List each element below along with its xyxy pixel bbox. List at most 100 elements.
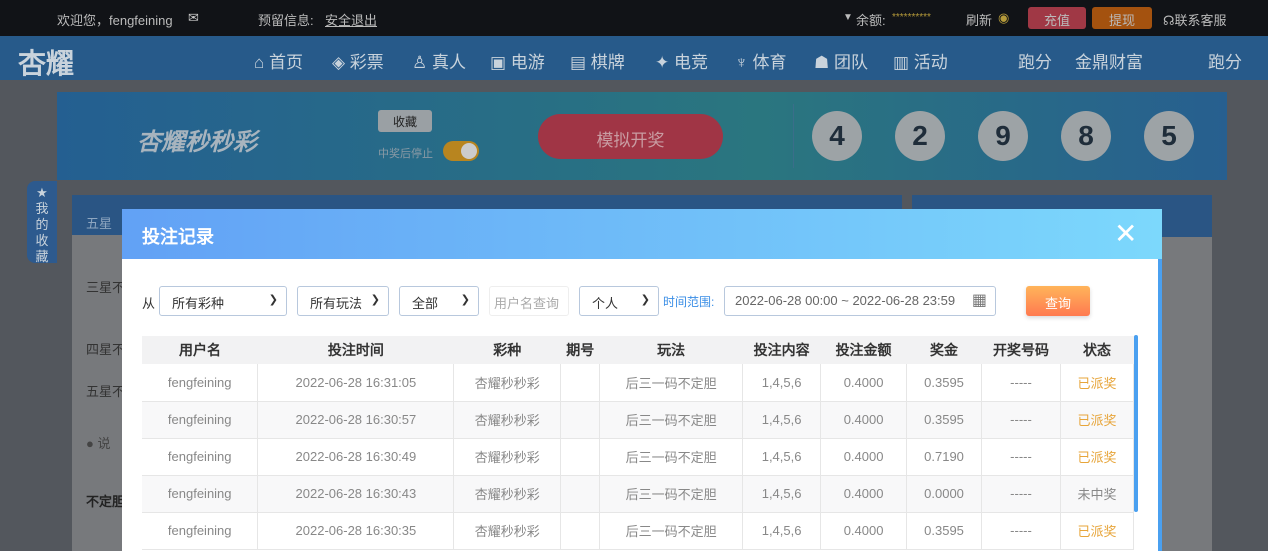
star-icon: ★ [36, 185, 48, 200]
table-cell: 2022-06-28 16:30:35 [257, 512, 455, 550]
table-row[interactable]: fengfeining 2022-06-28 16:30:49 杏耀秒秒彩 后三一码不… [142, 438, 1135, 476]
eye-icon[interactable]: ◉ [998, 10, 1009, 26]
tab-five-star[interactable]: 五星 [86, 213, 112, 232]
nav-home[interactable]: ⌂ 首页 [254, 48, 303, 73]
nav-paofen[interactable]: 跑分 [1018, 48, 1052, 73]
table-cell: 杏耀秒秒彩 [453, 475, 562, 513]
headset-icon: ☊ [1163, 13, 1175, 28]
play-row[interactable]: 五星不 [86, 381, 125, 400]
table-cell: fengfeining [142, 438, 259, 476]
table-row[interactable]: fengfeining 2022-06-28 16:30:35 杏耀秒秒彩 后三一码不… [142, 512, 1135, 550]
nav-sports[interactable]: ♆ 体育 [735, 48, 786, 73]
welcome-text: 欢迎您，fengfeining [57, 13, 173, 28]
column-header: 状态 [1060, 336, 1134, 364]
table-cell: 杏耀秒秒彩 [453, 364, 562, 402]
table-cell: 未中奖 [1060, 475, 1135, 513]
table-cell: 已派奖 [1060, 438, 1135, 476]
table-cell: 0.7190 [906, 438, 983, 476]
table-cell: ----- [981, 512, 1061, 550]
table-cell: fengfeining [142, 401, 259, 439]
nav-slots[interactable]: ▣ 电游 [490, 48, 545, 73]
nav-esports[interactable]: ✦ 电竞 [655, 48, 708, 73]
table-scrollbar[interactable] [1134, 335, 1138, 512]
favorite-button[interactable]: 收藏 [378, 110, 432, 132]
modal-title: 投注记录 [142, 227, 214, 247]
play-row[interactable]: 三星不 [86, 277, 125, 296]
reserved-info: 预留信息: [258, 13, 314, 28]
nav-activity[interactable]: ▥ 活动 [893, 48, 948, 73]
game-banner: 杏耀秒秒彩 收藏 中奖后停止 模拟开奖 4 2 9 8 5 [57, 92, 1227, 180]
table-cell: 1,4,5,6 [742, 438, 822, 476]
game-title: 杏耀秒秒彩 [137, 129, 257, 156]
nav-live[interactable]: ♙ 真人 [412, 48, 466, 73]
stop-after-win-toggle[interactable] [443, 141, 479, 161]
table-cell: fengfeining [142, 475, 259, 513]
table-cell: 0.0000 [906, 475, 983, 513]
simulate-draw-button[interactable]: 模拟开奖 [538, 114, 723, 159]
query-button[interactable]: 查询 [1026, 286, 1090, 316]
modal-header: 投注记录 ✕ [122, 209, 1162, 259]
result-ball: 5 [1144, 111, 1194, 161]
table-cell: 已派奖 [1060, 512, 1135, 550]
time-range-input[interactable]: 2022-06-28 00:00 ~ 2022-06-28 23:59 ▦ [724, 286, 996, 316]
table-cell: 杏耀秒秒彩 [453, 401, 562, 439]
table-cell [560, 475, 601, 513]
nav-paofen-2[interactable]: 跑分 [1208, 48, 1242, 73]
table-row[interactable]: fengfeining 2022-06-28 16:30:43 杏耀秒秒彩 后三一码不… [142, 475, 1135, 513]
nav-team[interactable]: ☗ 团队 [814, 48, 868, 73]
column-header: 用户名 [142, 336, 258, 364]
play-select[interactable]: 所有玩法 ❯ [297, 286, 389, 316]
deposit-button[interactable]: 充值 [1028, 7, 1086, 29]
withdraw-button[interactable]: 提现 [1092, 7, 1152, 29]
username-input[interactable]: 用户名查询 [489, 286, 569, 316]
table-cell: ----- [981, 364, 1061, 402]
table-cell [560, 512, 601, 550]
nav-chess[interactable]: ▤ 棋牌 [570, 48, 625, 73]
column-header: 投注金额 [820, 336, 907, 364]
favorites-tab[interactable]: ★ 我的收藏 [27, 181, 57, 264]
table-cell: ----- [981, 475, 1061, 513]
table-cell: 2022-06-28 16:30:57 [257, 401, 455, 439]
time-range-label: 时间范围: [663, 295, 715, 309]
play-row[interactable]: 四星不 [86, 339, 125, 358]
table-cell: 1,4,5,6 [742, 512, 822, 550]
nav-lottery[interactable]: ◈ 彩票 [332, 48, 384, 73]
modal-scrollbar[interactable] [1158, 259, 1162, 551]
result-ball: 2 [895, 111, 945, 161]
table-cell: 杏耀秒秒彩 [453, 512, 562, 550]
stop-after-win-label: 中奖后停止 [378, 148, 433, 160]
column-header: 奖金 [906, 336, 982, 364]
main-nav: 杏耀 ⌂ 首页 ◈ 彩票 ♙ 真人 ▣ 电游 ▤ 棋牌 ✦ 电竞 ♆ 体育 ☗ … [0, 36, 1268, 80]
mail-icon[interactable]: ✉ [188, 10, 199, 26]
bet-records-modal: 投注记录 ✕ 从 所有彩种 ❯ 所有玩法 ❯ 全部 ❯ 用户名查询 个人 ❯ 时间范围:… [122, 209, 1162, 551]
nav-jinding[interactable]: 金鼎财富 [1075, 48, 1143, 73]
table-cell: fengfeining [142, 364, 259, 402]
scope-select[interactable]: 全部 ❯ [399, 286, 479, 316]
lottery-select[interactable]: 所有彩种 ❯ [159, 286, 287, 316]
table-cell [560, 401, 601, 439]
support-link[interactable]: ☊联系客服 [1163, 10, 1227, 29]
column-header: 投注时间 [257, 336, 454, 364]
column-header: 彩种 [453, 336, 561, 364]
table-cell: 已派奖 [1060, 401, 1135, 439]
table-cell: 后三一码不定胆 [599, 438, 744, 476]
table-cell: 0.4000 [820, 364, 908, 402]
logout-link[interactable]: 安全退出 [325, 10, 377, 29]
table-cell: 0.4000 [820, 438, 908, 476]
table-cell [560, 364, 601, 402]
favorites-label: 我的收藏 [35, 201, 49, 264]
chevron-down-icon[interactable]: ▼ [843, 12, 853, 23]
table-row[interactable]: fengfeining 2022-06-28 16:31:05 杏耀秒秒彩 后三一码不… [142, 364, 1135, 402]
column-header: 期号 [560, 336, 600, 364]
table-cell: 后三一码不定胆 [599, 364, 744, 402]
table-row[interactable]: fengfeining 2022-06-28 16:30:57 杏耀秒秒彩 后三一码不… [142, 401, 1135, 439]
calendar-icon: ▦ [971, 292, 987, 309]
close-icon[interactable]: ✕ [1114, 217, 1137, 250]
table-cell: 1,4,5,6 [742, 401, 822, 439]
refresh-button[interactable]: 刷新 [966, 10, 992, 29]
person-select[interactable]: 个人 ❯ [579, 286, 659, 316]
table-cell [560, 438, 601, 476]
table-cell: 1,4,5,6 [742, 475, 822, 513]
table-cell: 0.4000 [820, 401, 908, 439]
logo[interactable]: 杏耀 [18, 42, 74, 82]
